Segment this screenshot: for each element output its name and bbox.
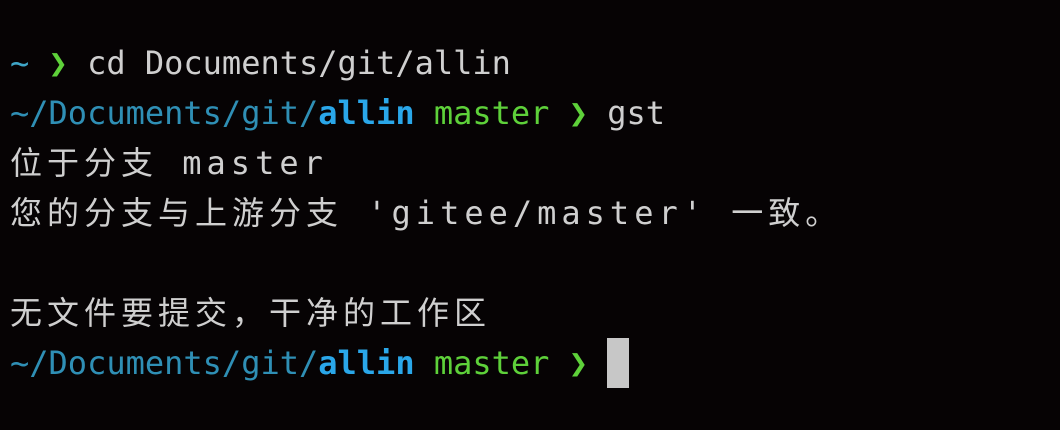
prompt-path: ~/Documents/git/ (10, 94, 319, 132)
command-line-gst: ~/Documents/git/allin master ❯ gst (10, 88, 1050, 138)
prompt-current-dir: allin (318, 344, 415, 382)
prompt-git-branch: master (433, 94, 550, 132)
prompt-arrow-icon: ❯ (568, 94, 588, 132)
text-cursor[interactable] (607, 338, 630, 388)
command-text: cd Documents/git/allin (87, 44, 511, 82)
prompt-arrow-icon: ❯ (568, 344, 588, 382)
prompt-arrow-icon: ❯ (48, 44, 68, 82)
prompt-home-path: ~ (10, 44, 30, 82)
output-line-branch: 位于分支 master (10, 144, 328, 182)
prompt-current-dir: allin (318, 94, 415, 132)
command-text: gst (607, 94, 666, 132)
output-line-clean: 无文件要提交，干净的工作区 (10, 294, 492, 332)
terminal-window[interactable]: ~ ❯ cd Documents/git/allin ~/Documents/g… (10, 38, 1050, 388)
output-line-upstream: 您的分支与上游分支 'gitee/master' 一致。 (10, 194, 843, 232)
output-line-blank (10, 238, 1050, 288)
prompt-git-branch: master (433, 344, 550, 382)
prompt-path: ~/Documents/git/ (10, 344, 319, 382)
active-prompt-line[interactable]: ~/Documents/git/allin master ❯ (10, 338, 1050, 388)
command-line-cd: ~ ❯ cd Documents/git/allin (10, 38, 1050, 88)
